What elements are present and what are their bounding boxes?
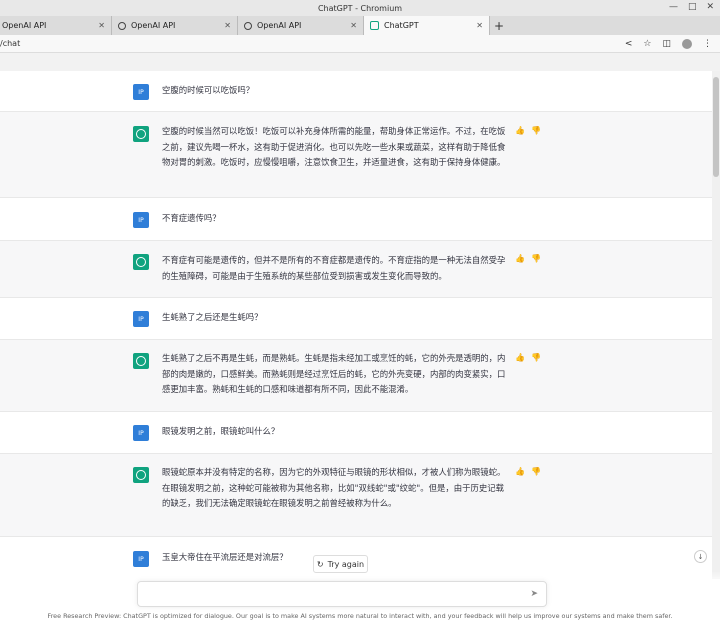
thumbs-up-icon[interactable]: 👍 — [515, 467, 525, 476]
close-window-icon[interactable]: ✕ — [706, 2, 714, 12]
assistant-message: 生蚝熟了之后不再是生蚝，而是熟蚝。生蚝是指未经加工或烹饪的蚝，它的外壳是透明的，… — [0, 340, 712, 412]
assistant-message: 眼镜蛇原本并没有特定的名称，因为它的外观特征与眼镜的形状相似，才被人们称为眼镜蛇… — [0, 454, 712, 537]
footer-disclaimer: Free Research Preview: ChatGPT is optimi… — [47, 612, 673, 620]
share-icon[interactable]: < — [625, 39, 633, 49]
message-text: 生蚝熟了之后不再是生蚝，而是熟蚝。生蚝是指未经加工或烹饪的蚝，它的外壳是透明的，… — [162, 353, 506, 395]
scrollbar-thumb[interactable] — [713, 77, 719, 177]
openai-logo-icon — [133, 353, 149, 369]
chatgpt-favicon-icon — [370, 21, 379, 30]
tab-label: ChatGPT — [384, 21, 419, 30]
tab-chatgpt[interactable]: ChatGPT ✕ — [364, 16, 490, 35]
tab-strip: OpenAI API ✕ OpenAI API ✕ OpenAI API ✕ C… — [0, 16, 720, 35]
tab-label: OpenAI API — [257, 21, 302, 30]
profile-icon[interactable] — [682, 38, 692, 49]
try-again-button[interactable]: ↻ Try again — [313, 555, 368, 573]
message-text: 空腹的时候当然可以吃饭！吃饭可以补充身体所需的能量，帮助身体正常运作。不过，在吃… — [162, 126, 506, 168]
message-text: 眼镜蛇原本并没有特定的名称，因为它的外观特征与眼镜的形状相似，才被人们称为眼镜蛇… — [162, 467, 506, 509]
message-text: 不育症有可能是遗传的，但并不是所有的不育症都是遗传的。不育症指的是一种无法自然受… — [162, 255, 506, 281]
message-text: 眼镜发明之前，眼镜蛇叫什么？ — [162, 426, 280, 436]
thumbs-down-icon[interactable]: 👎 — [531, 254, 541, 263]
conversation: IP 空腹的时候可以吃饭吗？ 空腹的时候当然可以吃饭！吃饭可以补充身体所需的能量… — [0, 71, 712, 579]
thumbs-down-icon[interactable]: 👎 — [531, 353, 541, 362]
address-bar: /chat < ☆ ◫ ⋮ — [0, 35, 720, 53]
message-text: 空腹的时候可以吃饭吗？ — [162, 85, 255, 95]
close-tab-icon[interactable]: ✕ — [350, 21, 357, 30]
openai-logo-icon — [133, 126, 149, 142]
user-avatar: IP — [133, 84, 149, 100]
message-text: 生蚝熟了之后还是生蚝吗？ — [162, 312, 263, 322]
globe-icon — [118, 21, 126, 30]
close-tab-icon[interactable]: ✕ — [98, 21, 105, 30]
scrollbar[interactable] — [712, 71, 720, 579]
user-avatar: IP — [133, 311, 149, 327]
user-avatar: IP — [133, 212, 149, 228]
tab-label: OpenAI API — [2, 21, 47, 30]
tab-openai-api-3[interactable]: OpenAI API ✕ — [238, 16, 364, 35]
user-message: IP 空腹的时候可以吃饭吗？ — [0, 71, 712, 112]
window-title: ChatGPT - Chromium — [317, 3, 403, 13]
message-input[interactable]: ➤ — [137, 581, 547, 607]
openai-logo-icon — [133, 467, 149, 483]
thumbs-up-icon[interactable]: 👍 — [515, 254, 525, 263]
tab-openai-api-2[interactable]: OpenAI API ✕ — [112, 16, 238, 35]
user-message: IP 不育症遗传吗？ — [0, 198, 712, 241]
close-tab-icon[interactable]: ✕ — [224, 21, 231, 30]
new-tab-button[interactable]: + — [490, 16, 508, 35]
tab-label: OpenAI API — [131, 21, 176, 30]
try-again-label: Try again — [327, 559, 365, 569]
globe-icon — [244, 21, 252, 30]
thumbs-up-icon[interactable]: 👍 — [515, 353, 525, 362]
assistant-message: 不育症有可能是遗传的，但并不是所有的不育症都是遗传的。不育症指的是一种无法自然受… — [0, 241, 712, 298]
message-text: 不育症遗传吗？ — [162, 213, 221, 223]
bookmark-star-icon[interactable]: ☆ — [643, 39, 651, 49]
thumbs-up-icon[interactable]: 👍 — [515, 126, 525, 135]
page-top-bar — [0, 53, 720, 71]
tab-openai-api-1[interactable]: OpenAI API ✕ — [0, 16, 112, 35]
send-icon[interactable]: ➤ — [530, 589, 538, 599]
user-message: IP 眼镜发明之前，眼镜蛇叫什么？ — [0, 412, 712, 454]
user-avatar: IP — [133, 425, 149, 441]
url-field[interactable]: /chat — [0, 39, 625, 48]
more-menu-icon[interactable]: ⋮ — [703, 39, 712, 49]
refresh-icon: ↻ — [316, 559, 324, 569]
minimize-icon[interactable]: — — [669, 2, 678, 12]
user-message: IP 生蚝熟了之后还是生蚝吗？ — [0, 298, 712, 340]
thumbs-down-icon[interactable]: 👎 — [531, 467, 541, 476]
openai-logo-icon — [133, 254, 149, 270]
window-titlebar: ChatGPT - Chromium — □ ✕ — [0, 0, 720, 16]
maximize-icon[interactable]: □ — [688, 2, 697, 12]
scroll-to-bottom-button[interactable]: ↓ — [694, 550, 707, 563]
thumbs-down-icon[interactable]: 👎 — [531, 126, 541, 135]
user-avatar: IP — [133, 551, 149, 567]
sidebar-toggle-icon[interactable]: ◫ — [662, 39, 671, 49]
assistant-message: 空腹的时候当然可以吃饭！吃饭可以补充身体所需的能量，帮助身体正常运作。不过，在吃… — [0, 112, 712, 198]
close-tab-icon[interactable]: ✕ — [476, 21, 483, 30]
